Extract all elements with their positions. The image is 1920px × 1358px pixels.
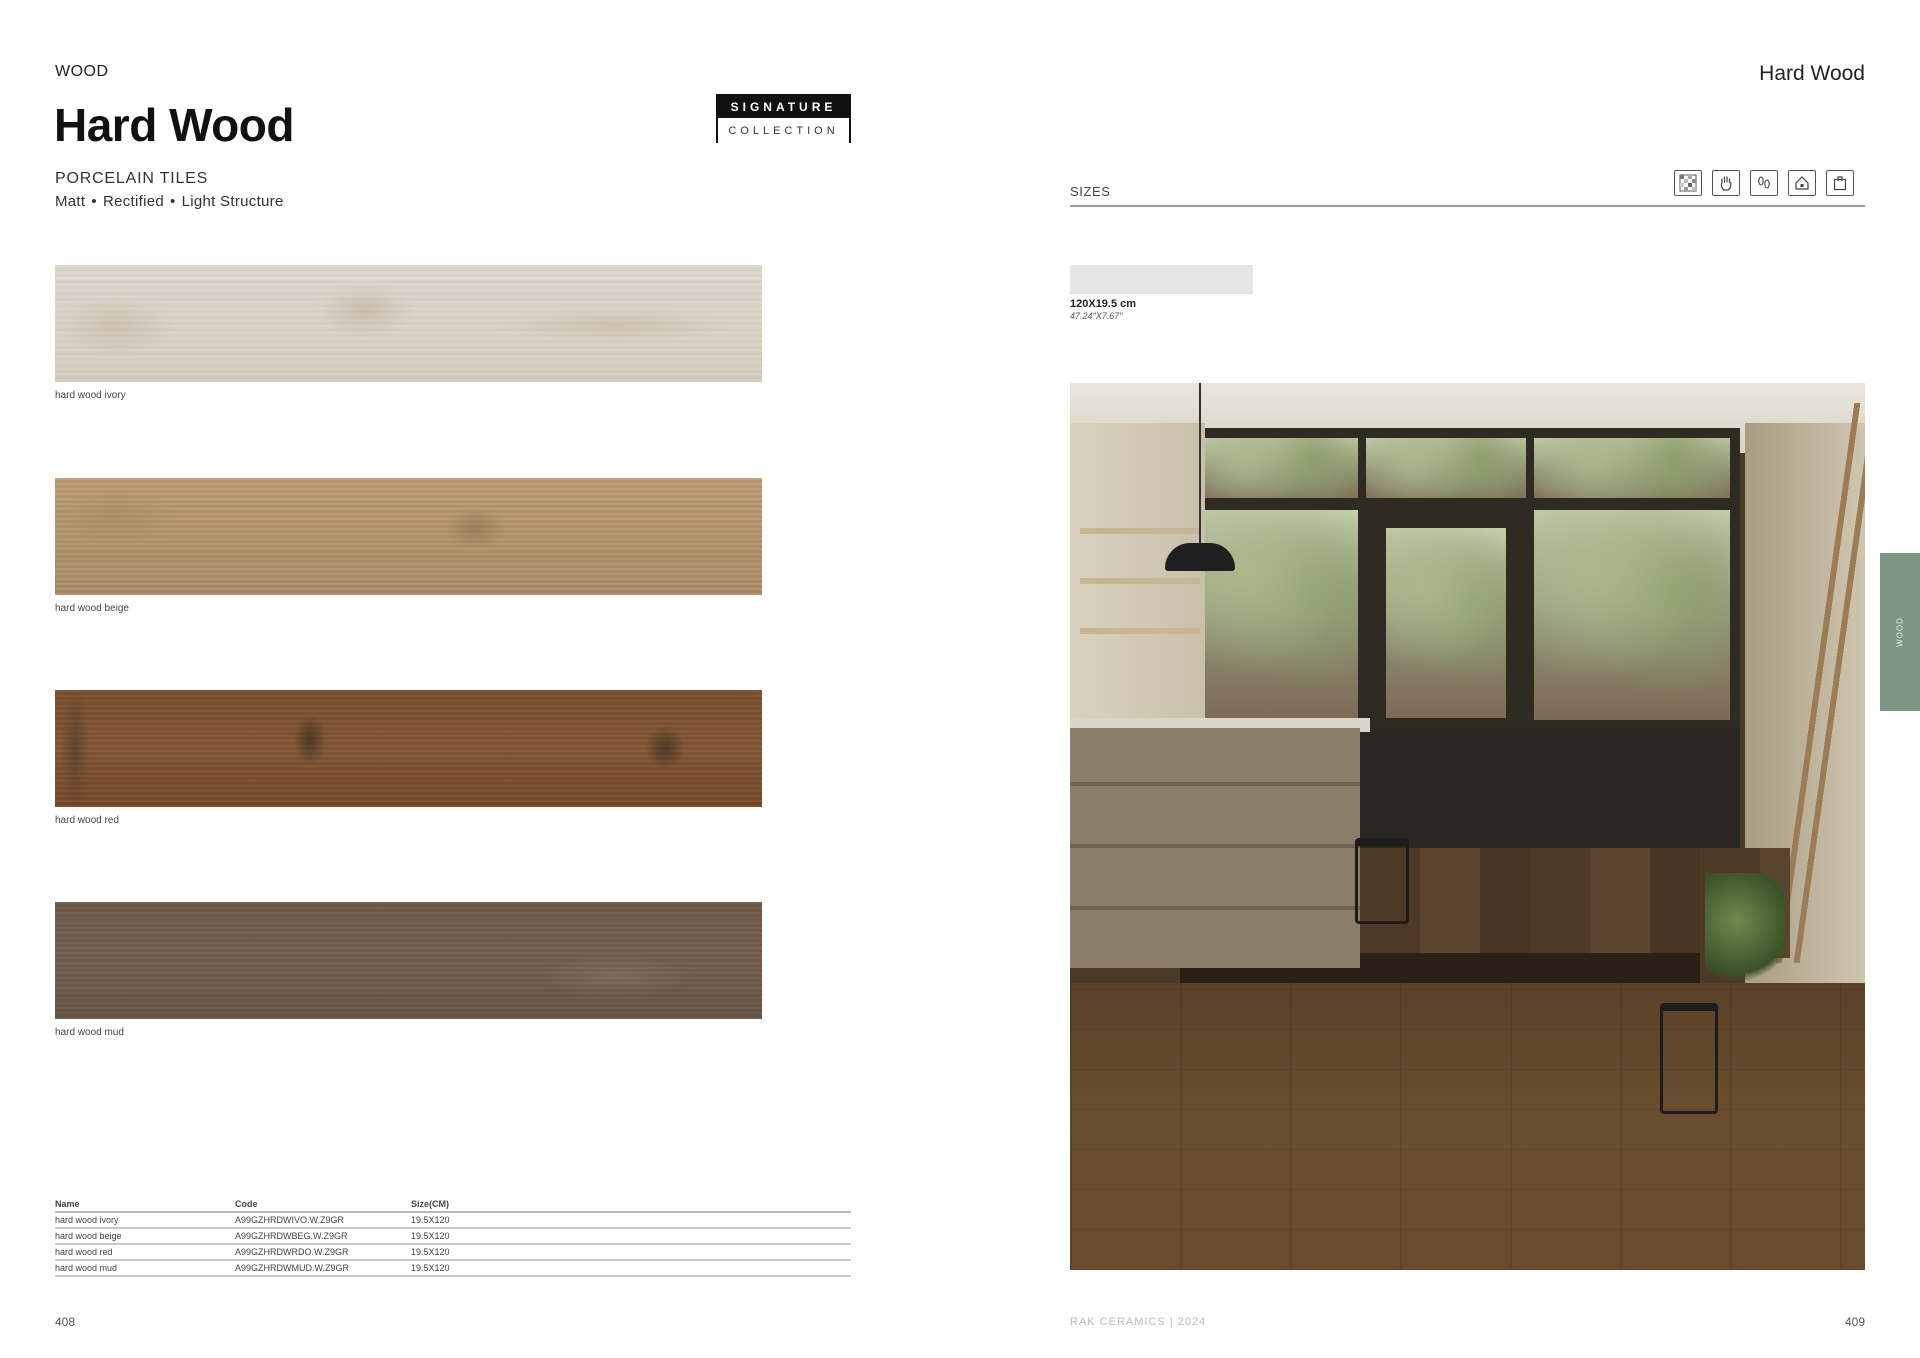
cell-size: 19.5X120 [411, 1228, 851, 1245]
table-row: hard wood mud A99GZHRDWMUD.W.Z9GR 19.5X1… [55, 1260, 851, 1277]
photo-drawer-counter [1070, 728, 1360, 968]
photo-window-pane [1366, 438, 1526, 498]
cell-code: A99GZHRDWBEG.W.Z9GR [235, 1228, 411, 1245]
photo-plant [1705, 873, 1785, 993]
tile-label: hard wood mud [55, 1027, 124, 1038]
tile-swatch-beige [55, 478, 762, 595]
photo-window-pane [1534, 510, 1730, 720]
cell-name: hard wood beige [55, 1228, 235, 1245]
cell-size: 19.5X120 [411, 1212, 851, 1229]
cell-code: A99GZHRDWRDO.W.Z9GR [235, 1244, 411, 1261]
photo-shelf [1080, 578, 1200, 584]
photo-shelf [1080, 528, 1200, 534]
size-swatch [1070, 265, 1253, 294]
house-icon [1788, 170, 1816, 196]
photo-lamp-cord [1199, 383, 1201, 545]
feature-matt: Matt [55, 193, 86, 210]
footer-brand: RAK CERAMICS | 2024 [1070, 1316, 1207, 1328]
interior-photo [1070, 383, 1865, 1270]
page-number-right: 409 [1844, 1315, 1865, 1329]
tile-label: hard wood ivory [55, 390, 126, 401]
header-code: Code [235, 1197, 411, 1213]
page-title: Hard Wood [54, 99, 294, 151]
badge-signature: SIGNATURE [718, 96, 849, 118]
photo-shelf [1080, 628, 1200, 634]
photo-pendant-lamp [1165, 543, 1235, 571]
feature-separator: • [91, 193, 97, 210]
size-imperial: 47.24"X7.67" [1070, 311, 1123, 321]
shopping-bag-icon [1826, 170, 1854, 196]
table-row: hard wood beige A99GZHRDWBEG.W.Z9GR 19.5… [55, 1228, 851, 1245]
cell-name: hard wood red [55, 1244, 235, 1261]
product-type: PORCELAIN TILES [55, 170, 209, 187]
category-label: WOOD [55, 63, 109, 80]
table-header-row: Name Code Size(CM) [55, 1197, 851, 1213]
cell-code: A99GZHRDWMUD.W.Z9GR [235, 1260, 411, 1277]
signature-collection-badge: SIGNATURE COLLECTION [716, 94, 851, 143]
section-tab-label: WOOD [1895, 617, 1905, 647]
photo-window-pane [1198, 438, 1358, 498]
photo-door-glass [1386, 528, 1506, 718]
hand-touch-icon [1712, 170, 1740, 196]
photo-window-pane [1534, 438, 1730, 498]
tile-label: hard wood red [55, 815, 119, 826]
tile-swatch-red [55, 690, 762, 807]
tile-swatch-ivory [55, 265, 762, 382]
page-number-left: 408 [55, 1315, 76, 1329]
tile-swatch-mud [55, 902, 762, 1019]
feature-rectified: Rectified [102, 193, 164, 210]
spec-table: Name Code Size(CM) hard wood ivory A99GZ… [55, 1197, 851, 1277]
size-metric: 120X19.5 cm [1070, 298, 1137, 310]
footprints-icon [1750, 170, 1778, 196]
table-row: hard wood red A99GZHRDWRDO.W.Z9GR 19.5X1… [55, 1244, 851, 1261]
product-features: Matt • Rectified • Light Structure [55, 193, 284, 210]
photo-floor [1070, 983, 1865, 1270]
header-size: Size(CM) [411, 1197, 851, 1213]
feature-light-structure: Light Structure [181, 193, 284, 210]
cell-name: hard wood mud [55, 1260, 235, 1277]
sizes-divider [1070, 205, 1865, 207]
section-tab[interactable]: WOOD [1880, 553, 1920, 711]
cell-size: 19.5X120 [411, 1260, 851, 1277]
photo-window-pane [1198, 510, 1358, 720]
feature-separator: • [170, 193, 176, 210]
photo-stool [1660, 1003, 1718, 1114]
running-title: Hard Wood [1759, 62, 1865, 85]
mosaic-pattern-icon [1674, 170, 1702, 196]
cell-code: A99GZHRDWIVO.W.Z9GR [235, 1212, 411, 1229]
photo-window [1190, 428, 1740, 728]
header-name: Name [55, 1197, 235, 1213]
cell-name: hard wood ivory [55, 1212, 235, 1229]
table-row: hard wood ivory A99GZHRDWIVO.W.Z9GR 19.5… [55, 1212, 851, 1229]
tile-label: hard wood beige [55, 603, 129, 614]
photo-stool [1355, 838, 1409, 924]
sizes-heading: SIZES [1070, 184, 1111, 199]
usage-icons [1674, 170, 1854, 196]
cell-size: 19.5X120 [411, 1244, 851, 1261]
badge-collection: COLLECTION [718, 118, 849, 143]
